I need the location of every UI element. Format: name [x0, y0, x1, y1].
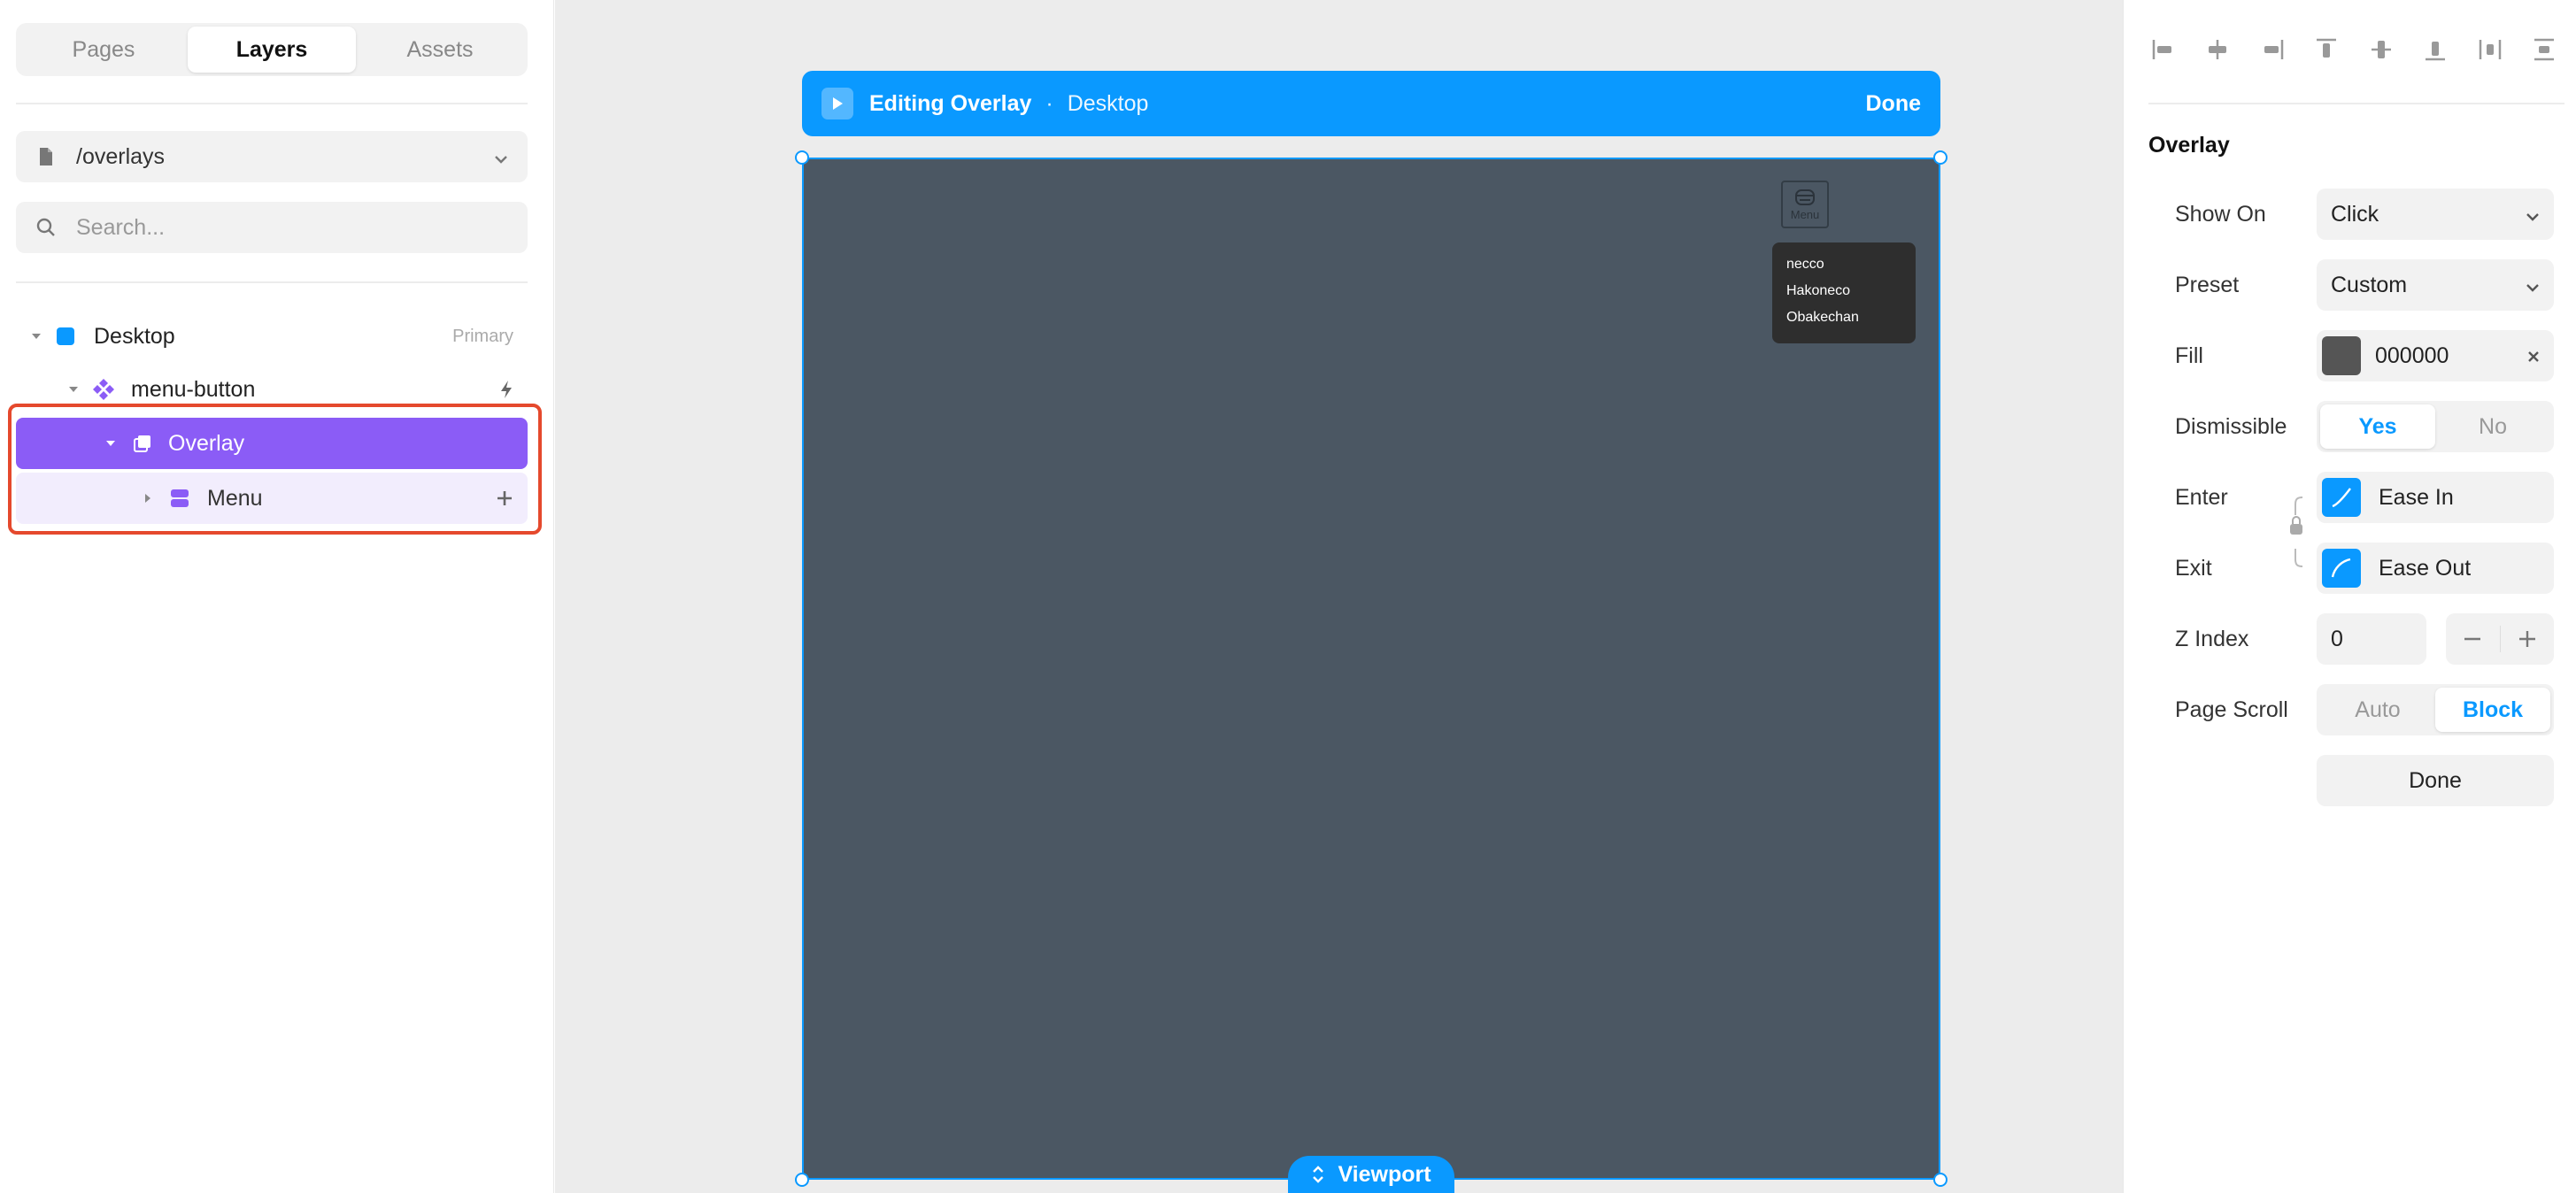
panel-tabs: Pages Layers Assets [16, 23, 528, 76]
align-left-icon[interactable] [2150, 36, 2177, 63]
viewport-label: Viewport [1338, 1161, 1431, 1187]
layer-label: menu-button [131, 376, 256, 402]
breadcrumb-desktop[interactable]: Desktop [1068, 91, 1149, 117]
align-center-horizontal-icon[interactable] [2204, 36, 2231, 63]
overlay-frame[interactable]: Menu necco Hakoneco Obakechan [802, 158, 1940, 1180]
align-center-vertical-icon[interactable] [2368, 36, 2395, 63]
alignment-toolbar [2150, 32, 2557, 67]
exit-transition-input[interactable]: Ease Out [2317, 543, 2554, 594]
distribute-vertical-icon[interactable] [2531, 36, 2557, 63]
dismissible-toggle: Yes No [2317, 401, 2554, 452]
done-button[interactable]: Done [1866, 91, 1922, 117]
tab-assets[interactable]: Assets [356, 27, 524, 73]
divider [16, 281, 528, 283]
resize-handle-bottom-left[interactable] [795, 1173, 809, 1187]
section-title: Overlay [2148, 133, 2230, 158]
z-index-stepper [2446, 613, 2554, 665]
page-select[interactable]: /overlays [16, 131, 528, 182]
layers-panel: Pages Layers Assets /overlays Search... … [0, 0, 554, 1193]
ease-out-curve-icon [2322, 549, 2361, 588]
z-index-value[interactable]: 0 [2331, 627, 2343, 652]
chevron-down-icon [2526, 202, 2540, 227]
fill-color-swatch[interactable] [2322, 336, 2361, 375]
show-on-value: Click [2331, 201, 2379, 227]
resize-handle-top-left[interactable] [795, 150, 809, 165]
editing-title: Editing Overlay [869, 90, 1032, 116]
exit-label: Exit [2175, 555, 2212, 581]
chevron-down-icon [2526, 273, 2540, 298]
dismissible-no-option[interactable]: No [2435, 404, 2550, 449]
resize-handle-bottom-right[interactable] [1933, 1173, 1947, 1187]
viewport-button[interactable]: Viewport [1288, 1156, 1454, 1193]
expand-toggle-icon[interactable] [32, 334, 41, 339]
properties-panel: Overlay Show On Click Preset Custom Fill… [2123, 0, 2576, 1193]
search-icon [35, 216, 57, 239]
selection-highlight-box [8, 404, 542, 535]
done-button[interactable]: Done [2317, 755, 2554, 806]
dismissible-label: Dismissible [2175, 413, 2287, 439]
page-scroll-block-option[interactable]: Block [2435, 688, 2550, 732]
menu-item: Obakechan [1786, 310, 1859, 325]
chevron-down-icon [494, 144, 508, 170]
page-scroll-toggle: Auto Block [2317, 684, 2554, 735]
tab-layers[interactable]: Layers [188, 27, 356, 73]
resize-vertical-icon [1313, 1166, 1324, 1183]
plus-icon[interactable] [2501, 630, 2555, 648]
enter-transition-input[interactable]: Ease In [2317, 472, 2554, 523]
align-right-icon[interactable] [2259, 36, 2286, 63]
dismissible-yes-option[interactable]: Yes [2320, 404, 2435, 449]
resize-handle-top-right[interactable] [1933, 150, 1947, 165]
layer-row-desktop[interactable]: Desktop Primary [16, 311, 528, 362]
page-select-value: /overlays [76, 143, 166, 169]
z-index-input[interactable]: 0 [2317, 613, 2426, 665]
preset-select[interactable]: Custom [2317, 259, 2554, 311]
component-icon [92, 378, 115, 401]
z-index-label: Z Index [2175, 626, 2249, 651]
breadcrumb-separator: · [1045, 90, 1053, 116]
page-scroll-auto-option[interactable]: Auto [2320, 688, 2435, 732]
play-icon[interactable] [821, 88, 853, 119]
fill-value[interactable]: 000000 [2375, 343, 2449, 369]
enter-value: Ease In [2379, 484, 2454, 510]
ease-in-curve-icon [2322, 478, 2361, 517]
show-on-select[interactable]: Click [2317, 189, 2554, 240]
divider [2148, 103, 2564, 104]
clear-icon[interactable] [2527, 343, 2540, 369]
menu-icon [1795, 189, 1815, 205]
menu-item: Hakoneco [1786, 283, 1851, 298]
page-scroll-label: Page Scroll [2175, 697, 2288, 722]
expand-toggle-icon[interactable] [69, 387, 78, 392]
done-label: Done [2409, 767, 2462, 793]
menu-item: necco [1786, 257, 1824, 272]
preset-label: Preset [2175, 272, 2240, 297]
minus-icon[interactable] [2446, 626, 2501, 652]
menu-button-label: Menu [1790, 207, 1820, 221]
divider [16, 103, 528, 104]
overlay-edit-bar: Editing Overlay · Desktop Done [802, 71, 1940, 136]
distribute-horizontal-icon[interactable] [2477, 36, 2503, 63]
menu-button-preview: Menu [1781, 181, 1829, 228]
layer-label: Desktop [94, 323, 175, 349]
show-on-label: Show On [2175, 201, 2266, 227]
search-input[interactable]: Search... [76, 215, 508, 241]
fill-input[interactable]: 000000 [2317, 330, 2554, 381]
exit-value: Ease Out [2379, 555, 2472, 581]
primary-badge: Primary [452, 326, 513, 346]
layers-search-field[interactable]: Search... [16, 202, 528, 253]
align-bottom-icon[interactable] [2422, 36, 2449, 63]
lightning-icon[interactable] [499, 380, 513, 399]
menu-popover: necco Hakoneco Obakechan [1772, 242, 1916, 343]
preset-value: Custom [2331, 272, 2408, 297]
page-icon [35, 145, 57, 168]
align-top-icon[interactable] [2313, 36, 2340, 63]
fill-label: Fill [2175, 343, 2203, 368]
tab-pages[interactable]: Pages [19, 27, 188, 73]
frame-icon [57, 327, 74, 345]
